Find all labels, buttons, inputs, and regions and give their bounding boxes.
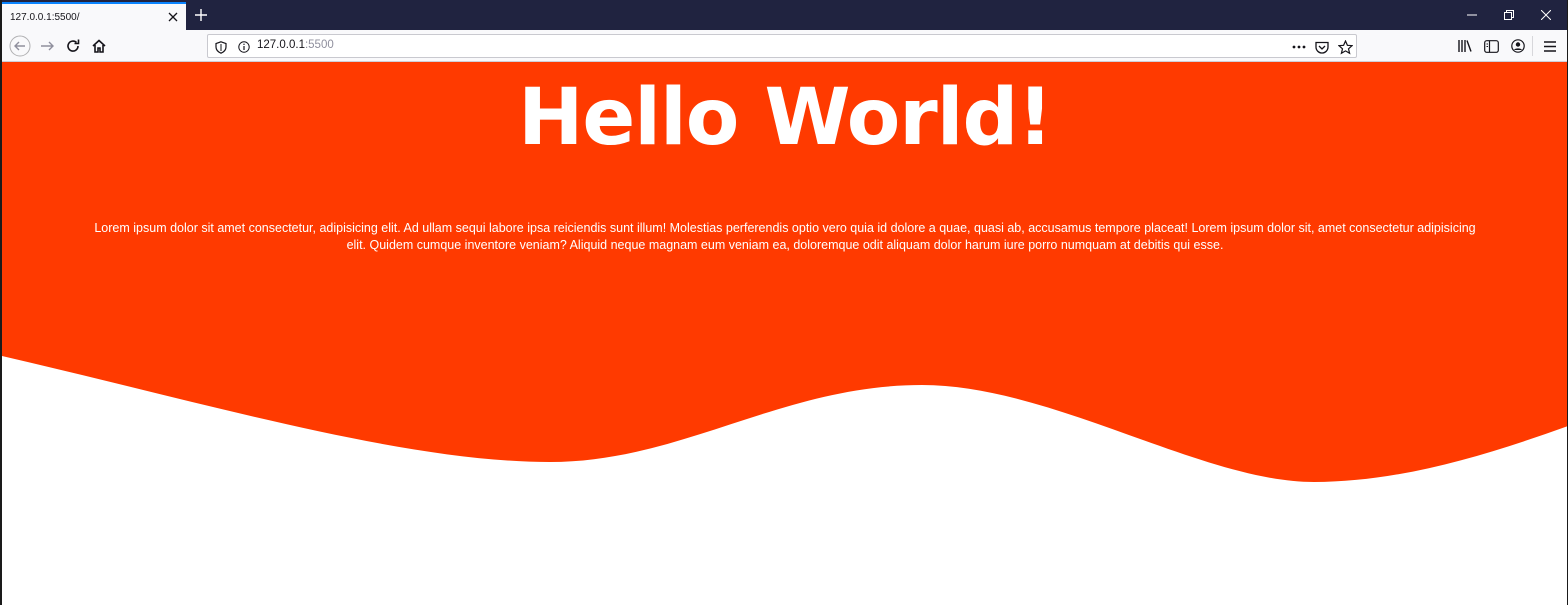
pocket-icon[interactable] — [1312, 37, 1332, 57]
url-port: :5500 — [304, 39, 334, 51]
url-bar[interactable]: 127.0.0.1:5500 — [207, 34, 1357, 58]
shield-icon[interactable] — [211, 37, 231, 57]
library-icon[interactable] — [1452, 33, 1478, 59]
page-viewport: Hello World! Lorem ipsum dolor sit amet … — [2, 62, 1567, 605]
restore-icon[interactable] — [1491, 0, 1527, 30]
nav-toolbar: 127.0.0.1:5500 — [2, 30, 1567, 62]
info-icon[interactable] — [234, 37, 254, 57]
tab-strip: 127.0.0.1:5500/ — [2, 0, 1567, 30]
tab-title: 127.0.0.1:5500/ — [10, 11, 80, 23]
menu-icon[interactable] — [1537, 33, 1563, 59]
url-text[interactable]: 127.0.0.1:5500 — [257, 39, 334, 51]
url-host: 127.0.0.1 — [257, 39, 305, 51]
tab-active[interactable]: 127.0.0.1:5500/ — [2, 2, 186, 30]
star-icon[interactable] — [1335, 37, 1355, 57]
more-icon[interactable] — [1289, 37, 1309, 57]
toolbar-separator — [1532, 36, 1533, 56]
close-icon[interactable] — [162, 6, 184, 28]
page-body-text: Lorem ipsum dolor sit amet consectetur, … — [94, 221, 1476, 252]
plus-icon[interactable] — [190, 4, 212, 26]
window-close-icon[interactable] — [1528, 0, 1564, 30]
browser-window: 127.0.0.1:5500/ 127.0.0.1:5500 Hello Wor… — [0, 0, 1568, 605]
account-icon[interactable] — [1505, 33, 1531, 59]
back-icon[interactable] — [7, 33, 33, 59]
sidebar-icon[interactable] — [1478, 33, 1504, 59]
page-title: Hello World! — [518, 73, 1053, 163]
reload-icon[interactable] — [60, 33, 86, 59]
home-icon[interactable] — [86, 33, 112, 59]
minimize-icon[interactable] — [1454, 0, 1490, 30]
forward-icon[interactable] — [34, 33, 60, 59]
